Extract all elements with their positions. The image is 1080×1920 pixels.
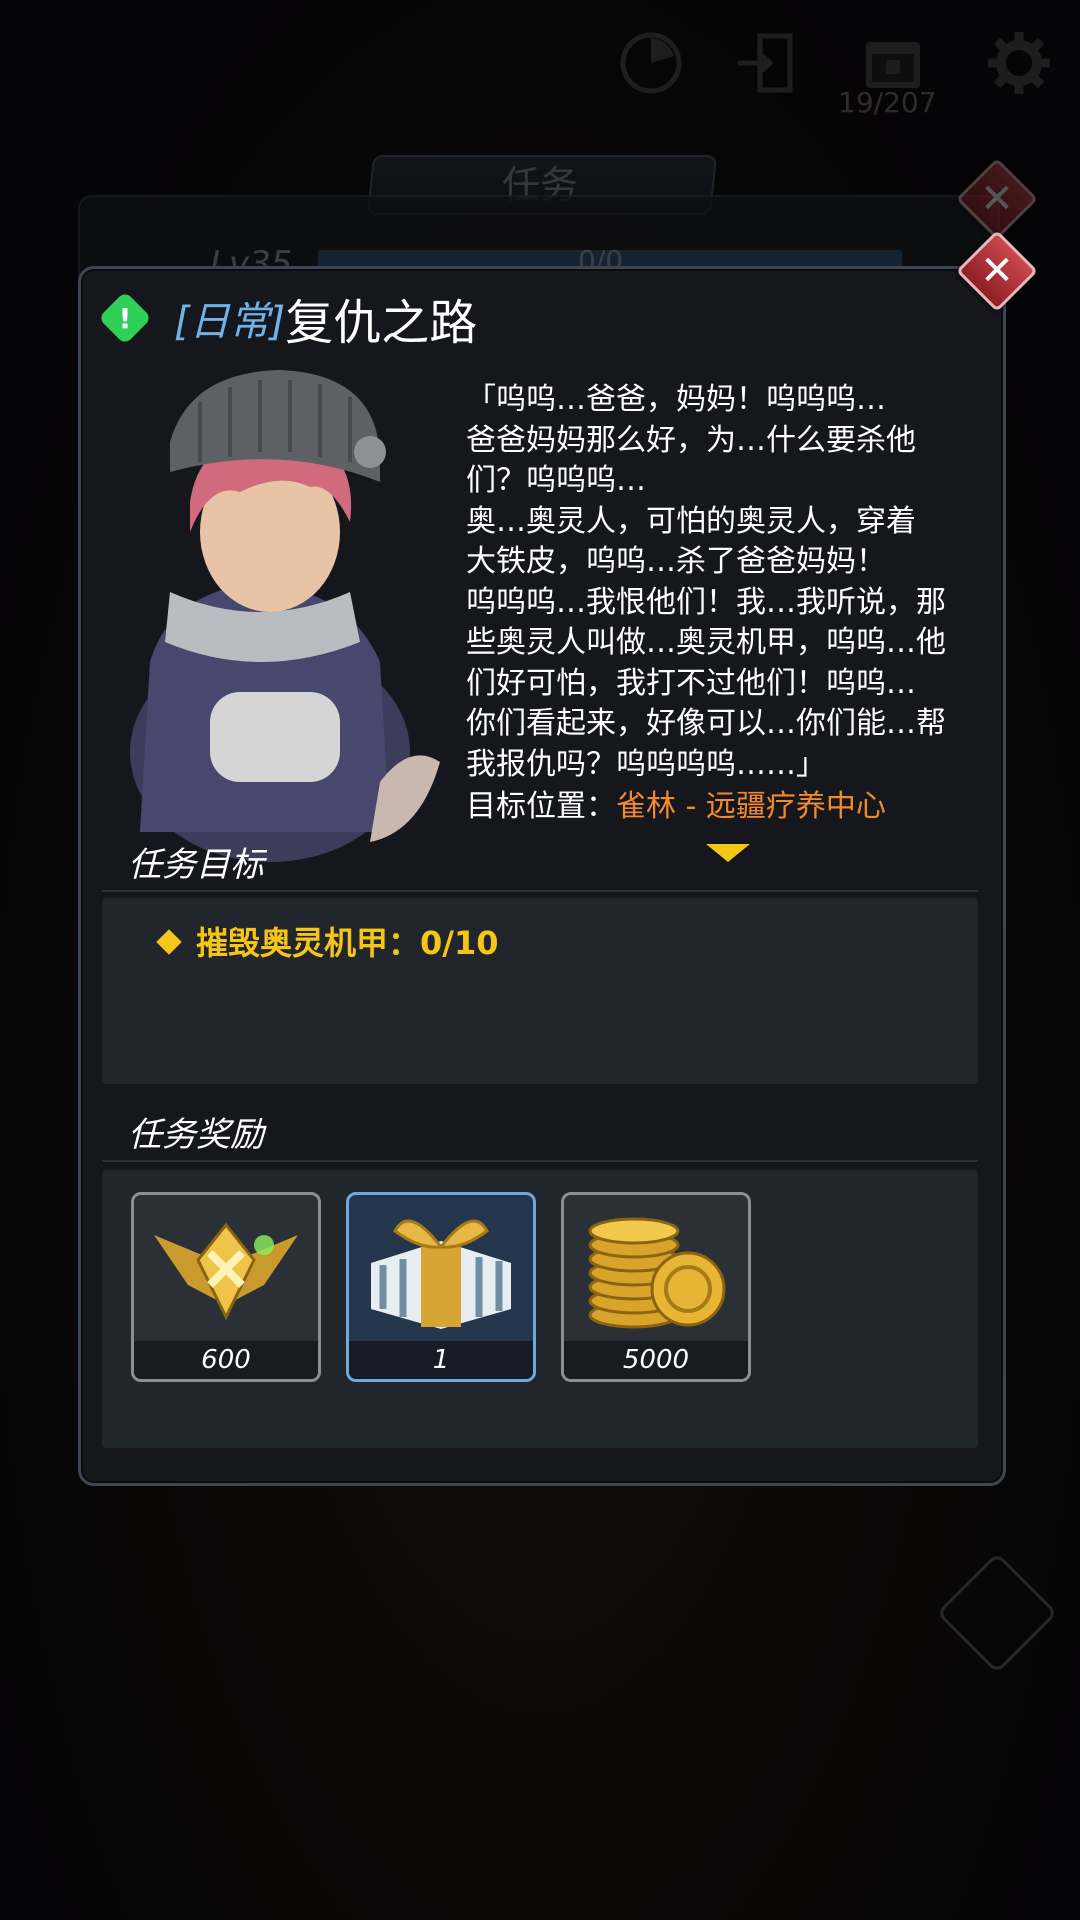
quest-title: 复仇之路 — [285, 295, 478, 351]
rewards-header-label: 任务奖励 — [128, 1115, 264, 1155]
objective-text: 摧毁奥灵机甲：0/10 — [196, 924, 499, 962]
target-location-label: 目标位置： — [466, 789, 616, 824]
bullet-diamond-icon — [156, 929, 182, 955]
emblem-icon — [154, 1222, 298, 1321]
alert-icon: ! — [98, 291, 152, 345]
reward-quantity: 600 — [134, 1341, 318, 1379]
target-location: 目标位置：雀林 - 远疆疗养中心 — [466, 787, 886, 827]
rewards-header: 任务奖励 — [102, 1110, 978, 1162]
reward-slot-gift-box[interactable]: 1 — [346, 1192, 536, 1382]
quest-title-row: ! [日常] 复仇之路 — [98, 288, 477, 351]
reward-quantity: 1 — [349, 1341, 533, 1379]
objective-item: 摧毁奥灵机甲：0/10 — [156, 918, 499, 964]
objectives-header: 任务目标 — [102, 840, 978, 892]
reward-slot-emblem[interactable]: 600 — [131, 1192, 321, 1382]
reward-slot-gold-coins[interactable]: 5000 — [561, 1192, 751, 1382]
objectives-header-label: 任务目标 — [128, 845, 264, 885]
close-icon: ✕ — [980, 248, 1014, 294]
gift-box-icon — [371, 1219, 511, 1329]
quest-type-tag: [日常] — [174, 299, 286, 345]
reward-quantity: 5000 — [564, 1341, 748, 1379]
gold-coins-icon — [588, 1217, 726, 1329]
quest-story-text: 「呜呜…爸爸，妈妈！呜呜呜… 爸爸妈妈那么好，为…什么要杀他 们？呜呜呜… 奥…… — [466, 382, 946, 782]
target-location-value[interactable]: 雀林 - 远疆疗养中心 — [616, 789, 886, 824]
quest-giver-portrait — [130, 370, 440, 862]
